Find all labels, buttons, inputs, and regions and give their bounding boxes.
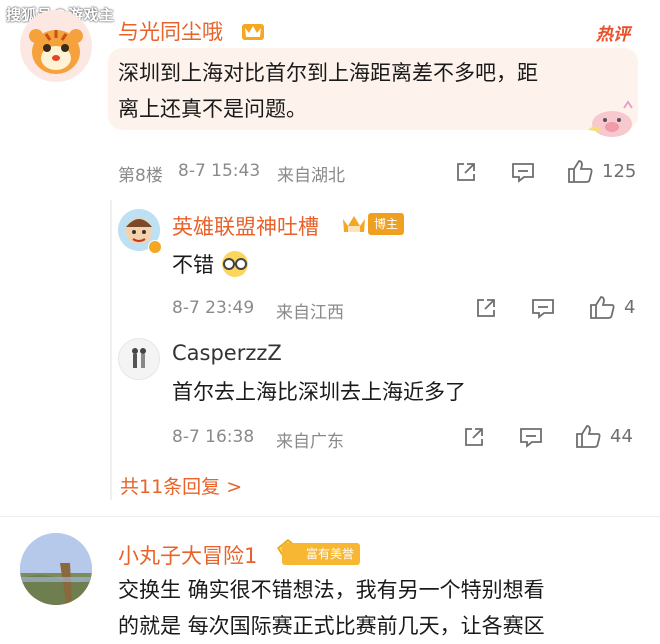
like-button[interactable]: 4 xyxy=(588,294,635,320)
share-icon xyxy=(477,299,495,317)
reply-username[interactable]: CasperzzZ xyxy=(172,341,282,365)
reply-text: 不错 xyxy=(172,253,214,277)
reply-location: 来自广东 xyxy=(276,432,344,452)
reply-location: 来自江西 xyxy=(276,303,344,323)
comment-icon xyxy=(520,428,542,448)
reply-time: 8-7 23:49 xyxy=(172,298,255,318)
like-button[interactable]: 44 xyxy=(574,423,633,449)
like-button[interactable]: 125 xyxy=(566,158,636,184)
comment-divider xyxy=(0,516,660,517)
blogger-badge: 博主 xyxy=(368,213,405,235)
share-icon xyxy=(457,163,475,181)
comment-text-line1: 交换生 确实很不错想法，我有另一个特别想看 xyxy=(118,578,545,602)
pig-sticker-icon xyxy=(588,100,633,137)
comment-location: 来自湖北 xyxy=(277,166,345,186)
avatar[interactable] xyxy=(20,10,92,82)
share-button[interactable] xyxy=(474,296,498,320)
comment-icon xyxy=(512,163,534,183)
verified-icon xyxy=(148,240,162,254)
avatar[interactable] xyxy=(20,533,92,605)
like-icon xyxy=(576,425,601,448)
share-button[interactable] xyxy=(462,425,486,449)
comment-button[interactable] xyxy=(510,160,536,184)
landscape-avatar-icon xyxy=(20,533,92,605)
comment-text-line2: 离上还真不是问题。 xyxy=(118,97,307,121)
reply-username[interactable]: 英雄联盟神吐槽 xyxy=(172,211,319,241)
hot-comment-tag: 热评 xyxy=(596,25,630,45)
reply-avatar[interactable] xyxy=(118,338,160,380)
like-count: 4 xyxy=(624,296,636,318)
crown-icon xyxy=(242,24,264,40)
couple-avatar-icon xyxy=(119,339,159,379)
comment-button[interactable] xyxy=(518,425,544,449)
comment-text-line1: 深圳到上海对比首尔到上海距离差不多吧，距 xyxy=(118,61,538,85)
like-count: 44 xyxy=(610,425,633,447)
share-icon xyxy=(465,428,483,446)
emoji-icon xyxy=(222,251,248,277)
fortune-badge: 富有美誉 xyxy=(282,543,361,565)
comment-icon xyxy=(532,299,554,319)
tiger-avatar-icon xyxy=(20,10,92,82)
comment-floor: 第8楼 xyxy=(118,166,163,186)
reply-time: 8-7 16:38 xyxy=(172,427,255,447)
like-icon xyxy=(568,160,593,183)
comment-time: 8-7 15:43 xyxy=(178,161,261,181)
comment-button[interactable] xyxy=(530,296,556,320)
like-count: 125 xyxy=(602,160,637,182)
comment-username[interactable]: 小丸子大冒险1 xyxy=(118,540,257,570)
reply-text: 首尔去上海比深圳去上海近多了 xyxy=(172,380,466,404)
more-replies-link[interactable]: 共11条回复 > xyxy=(120,472,242,499)
comment-text-line2: 的就是 每次国际赛正式比赛前几天，让各赛区 xyxy=(118,614,545,638)
crown-icon xyxy=(343,216,365,232)
like-icon xyxy=(590,296,615,319)
thread-divider xyxy=(110,200,112,500)
comment-username[interactable]: 与光同尘哦 xyxy=(118,16,223,46)
share-button[interactable] xyxy=(454,160,478,184)
